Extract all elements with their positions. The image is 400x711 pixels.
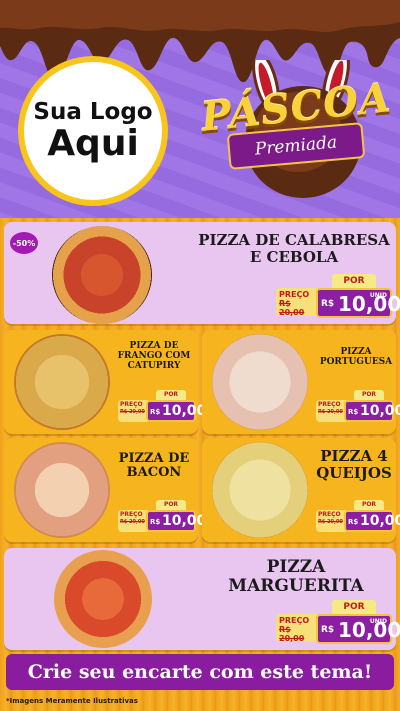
product-name-portuguesa: PIZZA PORTUGUESA [316, 347, 396, 368]
price-new-value: 10,00 [162, 513, 207, 529]
pizza-marguerita-image [54, 550, 152, 648]
header-subtitle: Premiada [254, 132, 338, 160]
price-old-value: R$ 20,00 [279, 299, 305, 317]
price-preco-label: PREÇO [120, 511, 143, 518]
price-new-value: 10,00 [360, 513, 400, 529]
price-por-label: POR [156, 390, 186, 400]
price-old: PREÇO R$ 20,00 [316, 400, 346, 422]
price-por-label: POR [156, 500, 186, 510]
logo-text-line1: Sua Logo [33, 98, 153, 125]
price-old-value: R$ 20,00 [120, 409, 145, 415]
price-old: PREÇO R$ 20,00 [276, 288, 318, 317]
price-old: PREÇO R$ 20,00 [316, 510, 346, 532]
cta-text: Crie seu encarte com este tema! [27, 661, 373, 683]
price-new: R$ 10,00 UNID [316, 614, 400, 644]
disclaimer-text: *Imagens Meramente Ilustrativas [6, 697, 138, 705]
price-unid-label: UNID [369, 292, 387, 299]
price-old-value: R$ 20,00 [318, 519, 343, 525]
product-name-line2: BACON [126, 465, 182, 481]
pizza-frango-image [14, 334, 110, 430]
price-new-value: 10,00 [360, 403, 400, 419]
flyer: Sua Logo Aqui PÁSCOA Premiada -50% PIZZA… [0, 0, 400, 711]
price-por-label: POR [354, 500, 384, 510]
price-new: R$ 10,00 [344, 400, 400, 422]
price-new: R$ 10,00 [146, 510, 206, 532]
price-currency: R$ [348, 408, 359, 416]
price-tag-4queijos: POR PREÇO R$ 20,00 R$ 10,00 [316, 500, 400, 534]
product-name-marguerita: PIZZA MARGUERITA [206, 558, 386, 595]
price-tag-calabresa: POR PREÇO R$ 20,00 R$ 10,00 UNID [276, 274, 400, 318]
price-tag-marguerita: POR PREÇO R$ 20,00 R$ 10,00 UNID [276, 600, 400, 644]
product-name-line1: PIZZA [266, 557, 326, 577]
product-name-4queijos: PIZZA 4 QUEIJOS [312, 448, 396, 481]
price-currency: R$ [321, 299, 335, 309]
price-old-value: R$ 20,00 [120, 519, 145, 525]
product-name-line3: CATUPIRY [127, 360, 181, 371]
price-old: PREÇO R$ 20,00 [276, 614, 318, 643]
price-new: R$ 10,00 UNID [316, 288, 400, 318]
price-tag-bacon: POR PREÇO R$ 20,00 R$ 10,00 [118, 500, 206, 534]
price-preco-label: PREÇO [279, 616, 310, 625]
product-name-frango: PIZZA DE FRANGO COM CATUPIRY [112, 341, 196, 372]
cta-banner[interactable]: Crie seu encarte com este tema! [6, 654, 394, 690]
product-name-line2: PORTUGUESA [319, 356, 393, 367]
price-old: PREÇO R$ 20,00 [118, 510, 148, 532]
price-preco-label: PREÇO [318, 401, 341, 408]
price-old-value: R$ 20,00 [318, 409, 343, 415]
price-unid-label: UNID [369, 618, 387, 625]
price-currency: R$ [150, 518, 161, 526]
price-por-label: POR [332, 600, 376, 614]
price-new-value: 10,00 [162, 403, 207, 419]
price-preco-label: PREÇO [120, 401, 143, 408]
price-new: R$ 10,00 [344, 510, 400, 532]
product-name-line2: MARGUERITA [228, 575, 364, 596]
pizza-portuguesa-image [212, 334, 308, 430]
product-name-calabresa: PIZZA DE CALABRESA E CEBOLA [196, 232, 392, 265]
pizza-4queijos-image [212, 442, 308, 538]
product-name-line1: PIZZA DE [118, 451, 190, 466]
product-name-line2: QUEIJOS [316, 463, 392, 482]
price-new: R$ 10,00 [146, 400, 206, 422]
product-name-line1: PIZZA DE CALABRESA [198, 231, 390, 249]
price-old-value: R$ 20,00 [279, 625, 305, 643]
price-old: PREÇO R$ 20,00 [118, 400, 148, 422]
price-currency: R$ [150, 408, 161, 416]
price-por-label: POR [332, 274, 376, 288]
price-currency: R$ [321, 625, 335, 635]
price-tag-portuguesa: POR PREÇO R$ 20,00 R$ 10,00 [316, 390, 400, 424]
product-name-line1: PIZZA 4 [320, 447, 388, 465]
price-por-label: POR [354, 390, 384, 400]
logo-text-line2: Aqui [47, 122, 139, 164]
product-name-line2: E CEBOLA [249, 247, 339, 266]
price-currency: R$ [348, 518, 359, 526]
price-preco-label: PREÇO [318, 511, 341, 518]
product-name-bacon: PIZZA DE BACON [112, 451, 196, 481]
price-tag-frango: POR PREÇO R$ 20,00 R$ 10,00 [118, 390, 206, 424]
pizza-bacon-image [14, 442, 110, 538]
pizza-calabresa-image [52, 226, 152, 324]
logo-placeholder: Sua Logo Aqui [18, 56, 168, 206]
header-banner: Sua Logo Aqui PÁSCOA Premiada [0, 0, 400, 218]
discount-badge: -50% [10, 232, 38, 254]
price-preco-label: PREÇO [279, 290, 310, 299]
